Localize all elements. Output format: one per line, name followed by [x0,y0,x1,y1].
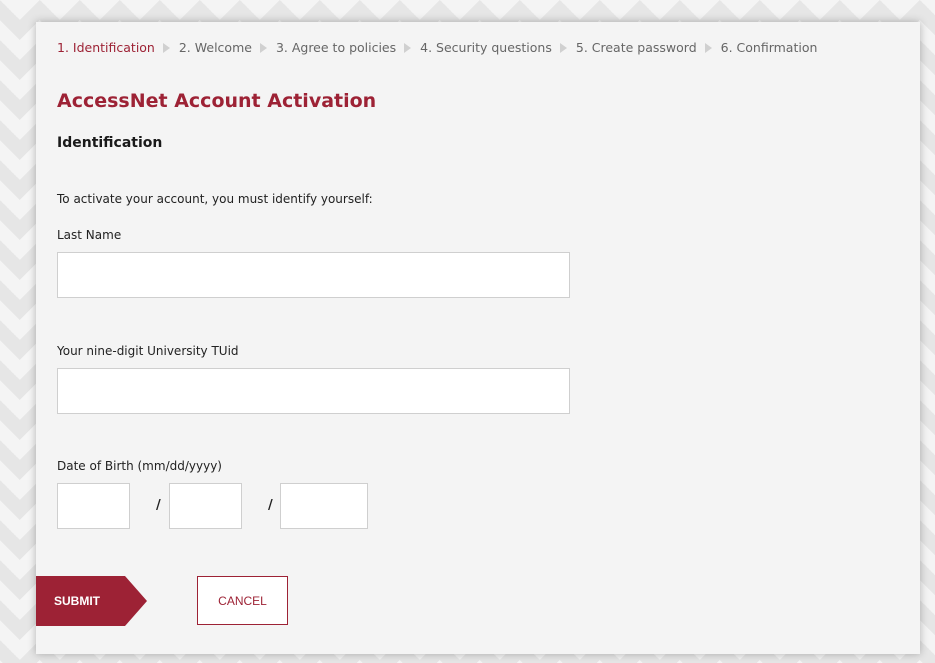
cancel-button[interactable]: CANCEL [197,576,288,625]
dob-separator: / [268,498,273,513]
dob-separator: / [156,498,161,513]
dob-day-input[interactable] [169,483,242,529]
dob-label: Date of Birth (mm/dd/yyyy) [57,459,222,473]
page-title: AccessNet Account Activation [57,90,377,112]
progress-steps: 1. Identification 2. Welcome 3. Agree to… [57,40,817,55]
step-identification: 1. Identification [57,40,155,55]
chevron-right-icon [404,42,412,53]
step-welcome: 2. Welcome [178,40,252,55]
section-title: Identification [57,135,163,151]
chevron-right-icon [559,42,567,53]
activation-card: 1. Identification 2. Welcome 3. Agree to… [36,22,920,654]
tuid-label: Your nine-digit University TUid [57,344,239,358]
chevron-right-icon [162,42,170,53]
last-name-label: Last Name [57,228,122,242]
chevron-right-icon [259,42,267,53]
dob-year-input[interactable] [280,483,368,529]
chevron-right-icon [704,42,712,53]
submit-button[interactable]: SUBMIT [36,576,147,626]
dob-month-input[interactable] [57,483,130,529]
step-agree-to-policies: 3. Agree to policies [275,40,397,55]
tuid-input[interactable] [57,368,570,414]
last-name-input[interactable] [57,252,570,298]
step-security-questions: 4. Security questions [420,40,552,55]
intro-text: To activate your account, you must ident… [57,192,373,206]
step-create-password: 5. Create password [575,40,697,55]
step-confirmation: 6. Confirmation [720,40,818,55]
